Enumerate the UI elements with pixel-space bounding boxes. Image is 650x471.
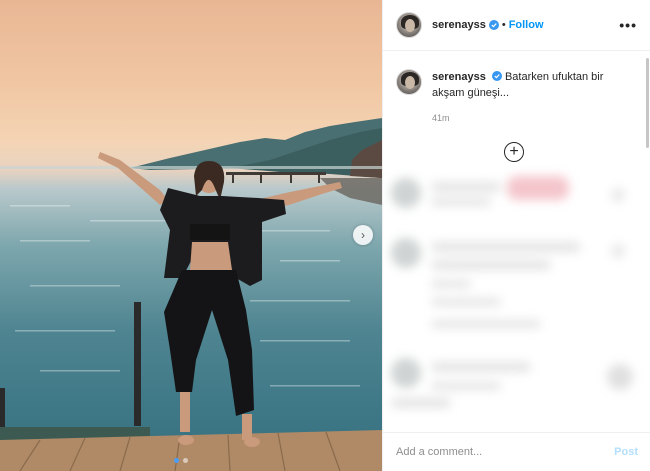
carousel-indicator: [174, 458, 188, 463]
blurred-avatar: [391, 358, 421, 388]
blurred-highlight: [507, 176, 569, 200]
plus-icon: +: [509, 143, 519, 160]
carousel-dot-1: [174, 458, 179, 463]
comment-input[interactable]: [396, 446, 615, 458]
more-options-icon[interactable]: •••: [619, 17, 637, 33]
caption-avatar[interactable]: [396, 69, 422, 95]
blurred-line: [431, 260, 551, 270]
blurred-line: [431, 182, 501, 192]
avatar-face: [405, 19, 415, 32]
blurred-like: [607, 364, 633, 390]
blurred-line: [431, 382, 501, 390]
follow-button[interactable]: Follow: [509, 19, 544, 31]
verified-badge-icon: [491, 71, 502, 81]
blurred-line: [431, 242, 581, 252]
caption-body: serenayss Batarken ufuktan bir akşam gün…: [432, 69, 631, 101]
blurred-like: [611, 188, 625, 202]
blurred-line: [431, 198, 491, 206]
carousel-next-button[interactable]: ›: [353, 225, 373, 245]
blurred-like: [611, 244, 625, 258]
blurred-avatar: [391, 238, 421, 268]
post-timestamp[interactable]: 41m: [432, 113, 450, 123]
author-avatar[interactable]: [396, 12, 422, 38]
avatar-face: [405, 76, 415, 89]
blurred-line: [431, 298, 501, 306]
carousel-dot-2: [183, 458, 188, 463]
post-photo[interactable]: ›: [0, 0, 382, 471]
blurred-line: [391, 398, 451, 408]
post-caption: serenayss Batarken ufuktan bir akşam gün…: [396, 69, 631, 101]
blurred-comments: [383, 170, 650, 428]
caption-username[interactable]: serenayss: [432, 71, 486, 83]
load-more-comments-button[interactable]: +: [504, 142, 524, 162]
post-comment-button[interactable]: Post: [614, 446, 638, 458]
separator-bullet: •: [501, 19, 506, 31]
author-username[interactable]: serenayss: [432, 19, 486, 31]
blurred-line: [431, 280, 471, 288]
verified-badge-icon: [488, 20, 499, 30]
chevron-right-icon: ›: [361, 228, 365, 242]
post-header: serenayss • Follow •••: [383, 0, 650, 51]
comments-scrollbar[interactable]: [646, 58, 649, 148]
blurred-line: [431, 362, 531, 372]
blurred-line: [431, 320, 541, 328]
comment-bar: Post: [383, 432, 650, 471]
post-side-panel: serenayss • Follow ••• serenayss Batarke…: [382, 0, 650, 471]
sunset-scene: [0, 118, 382, 471]
blurred-avatar: [391, 178, 421, 208]
